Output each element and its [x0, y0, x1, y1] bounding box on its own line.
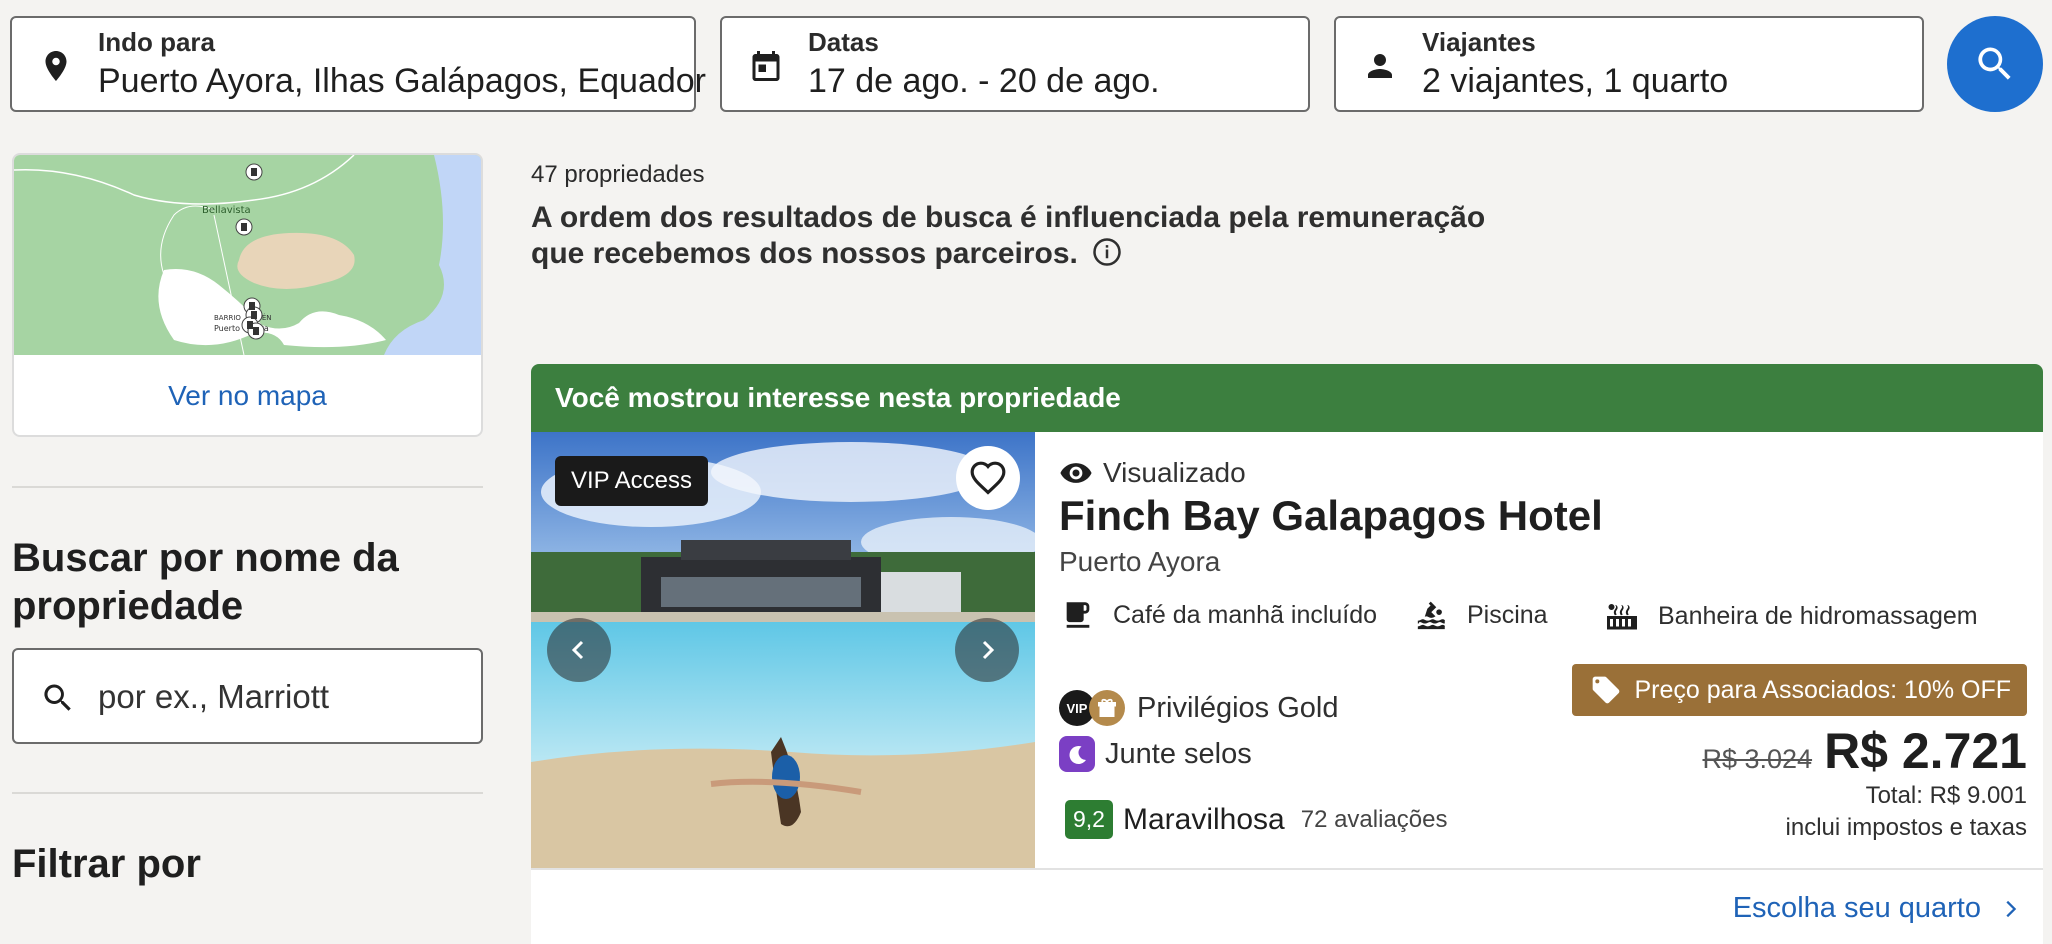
loyalty-label: Privilégios Gold: [1137, 691, 1339, 724]
hotel-city: Puerto Ayora: [1059, 546, 1221, 577]
map-label: Bellavista: [202, 205, 251, 216]
choose-room-link[interactable]: Escolha seu quarto: [1733, 892, 2021, 925]
stamps-info: Junte selos: [1059, 736, 1252, 772]
stamps-label: Junte selos: [1105, 737, 1252, 770]
amenity-label: Banheira de hidromassagem: [1658, 601, 1978, 630]
map-label: BARRIO: [214, 314, 241, 322]
dates-field[interactable]: Datas 17 de ago. - 20 de ago.: [720, 16, 1310, 112]
chevron-right-icon: [2006, 900, 2017, 917]
heart-icon: [970, 461, 1006, 495]
view-map-link[interactable]: Ver no mapa: [14, 355, 481, 435]
amenity-hot-tub: Banheira de hidromassagem: [1604, 598, 1978, 634]
interest-banner: Você mostrou interesse nesta propriedade: [531, 364, 2043, 432]
amenity-label: Café da manhã incluído: [1113, 600, 1378, 629]
dates-value: 17 de ago. - 20 de ago.: [808, 62, 1160, 100]
property-name-input[interactable]: [98, 674, 468, 720]
hot-tub-icon: [1607, 604, 1637, 630]
calendar-icon: [752, 51, 780, 81]
current-price: R$ 2.721: [1824, 723, 2027, 779]
next-photo-button[interactable]: [955, 618, 1019, 682]
property-card[interactable]: Você mostrou interesse nesta propriedade…: [531, 364, 2043, 944]
search-icon: [44, 684, 71, 711]
breakfast-icon: [1066, 602, 1090, 628]
map-label: Puerto: [214, 324, 240, 333]
filter-heading: Filtrar por: [12, 842, 201, 886]
destination-field[interactable]: Indo para Puerto Ayora, Ilhas Galápagos,…: [10, 16, 706, 112]
divider: [12, 486, 483, 488]
ranking-notice-text: A ordem dos resultados de busca é influe…: [531, 201, 1486, 270]
destination-label: Indo para: [98, 27, 216, 57]
travelers-field[interactable]: Viajantes 2 viajantes, 1 quarto: [1334, 16, 1924, 112]
rating-score: 9,2: [1065, 800, 1113, 839]
name-search-heading: Buscar por nome da propriedade: [12, 536, 399, 628]
chevron-left-icon: [571, 640, 584, 660]
ranking-notice: A ordem dos resultados de busca é influe…: [531, 200, 1491, 272]
choose-room-label: Escolha seu quarto: [1732, 892, 1981, 924]
location-pin-icon: [45, 51, 67, 81]
property-info: Visualizado Finch Bay Galapagos Hotel Pu…: [1059, 432, 2027, 868]
total-price: Total: R$ 9.001: [1865, 782, 2027, 809]
vip-access-tag: VIP Access: [555, 456, 708, 506]
previous-photo-button[interactable]: [547, 618, 611, 682]
rating-label: Maravilhosa: [1122, 802, 1285, 836]
info-icon[interactable]: [1092, 237, 1122, 267]
divider: [12, 792, 483, 794]
travelers-label: Viajantes: [1422, 27, 1536, 57]
destination-value: Puerto Ayora, Ilhas Galápagos, Equador: [98, 62, 706, 100]
member-price-badge: Preço para Associados: 10% OFF: [1572, 664, 2027, 716]
dates-label: Datas: [808, 27, 879, 57]
amenity-pool: Piscina: [1415, 598, 1548, 632]
reviews-count[interactable]: 72 avaliações: [1301, 806, 1448, 834]
guest-rating: 9,2 Maravilhosa 72 avaliações: [1065, 800, 1447, 839]
travelers-value: 2 viajantes, 1 quarto: [1422, 62, 1729, 100]
hotel-name[interactable]: Finch Bay Galapagos Hotel: [1059, 492, 1603, 540]
search-button[interactable]: [1947, 16, 2043, 112]
results-count: 47 propriedades: [531, 161, 705, 188]
price-block: R$ 3.024 R$ 2.721: [1702, 722, 2027, 780]
tag-icon: [1593, 676, 1620, 704]
map-card[interactable]: Bellavista BARRIO EDÉN Puerto Ayora Ver …: [12, 153, 483, 437]
moon-icon: [1059, 736, 1095, 772]
property-name-search[interactable]: [12, 648, 483, 744]
favorite-button[interactable]: [956, 446, 1020, 510]
viewed-indicator: Visualizado: [1059, 456, 1246, 490]
loyalty-tier: VIP Privilégios Gold: [1059, 690, 1338, 726]
person-icon: [1368, 54, 1392, 78]
amenity-label: Piscina: [1467, 600, 1548, 629]
pool-icon: [1417, 601, 1445, 630]
taxes-note: inclui impostos e taxas: [1785, 814, 2027, 841]
promo-label: Preço para Associados: 10% OFF: [1634, 675, 2011, 704]
amenity-breakfast: Café da manhã incluído: [1061, 598, 1377, 632]
gift-icon: [1089, 690, 1125, 726]
viewed-label: Visualizado: [1103, 457, 1246, 488]
chevron-right-icon: [982, 640, 995, 660]
property-photo[interactable]: VIP Access: [531, 432, 1035, 868]
search-icon: [1978, 47, 2011, 80]
eye-icon: [1060, 463, 1092, 483]
map-thumbnail[interactable]: Bellavista BARRIO EDÉN Puerto Ayora: [14, 155, 483, 355]
original-price: R$ 3.024: [1702, 744, 1813, 774]
divider: [531, 868, 2043, 870]
